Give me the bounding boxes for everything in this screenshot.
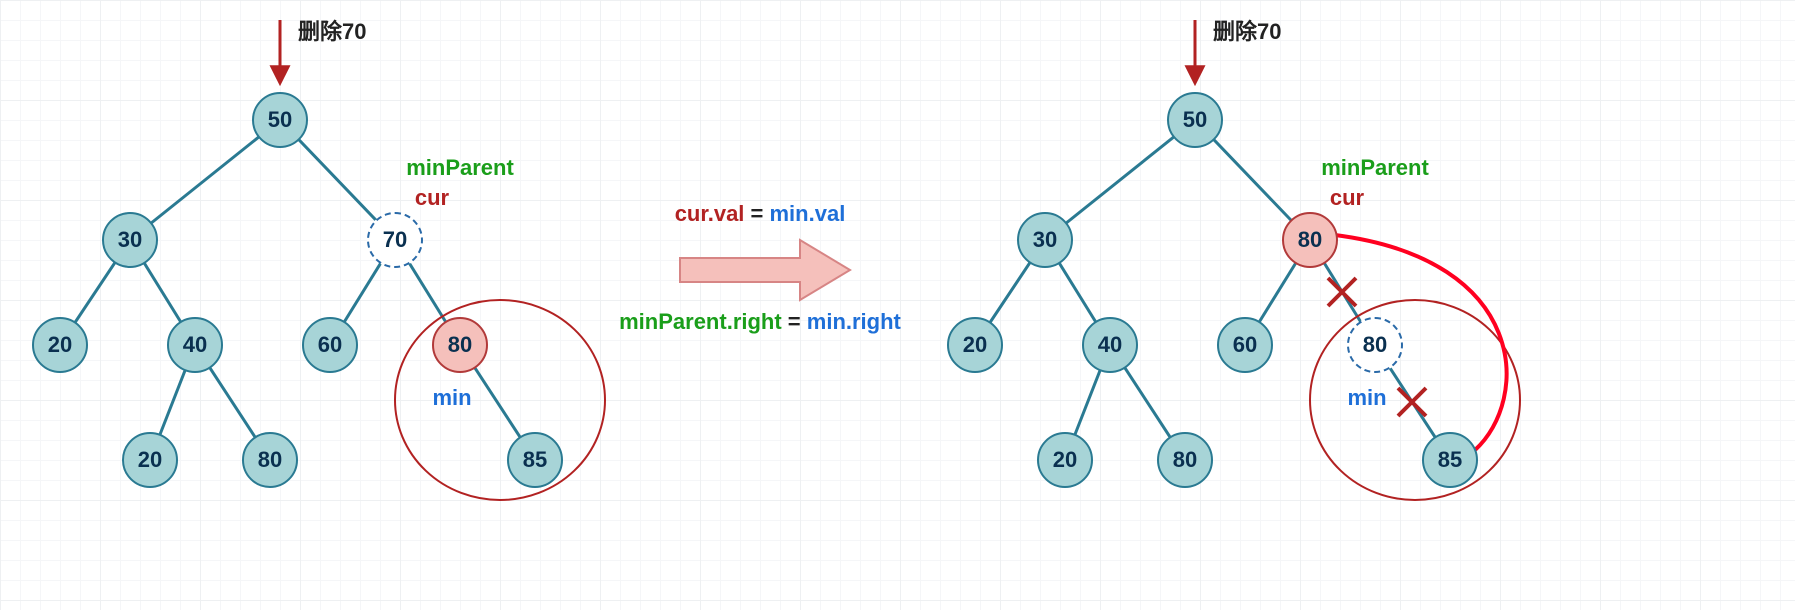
transition-arrow xyxy=(680,240,850,300)
eq2-lhs: minParent.right xyxy=(619,309,782,334)
node-30-left: 30 xyxy=(102,212,158,268)
node-60-left: 60 xyxy=(302,317,358,373)
node-30-right: 30 xyxy=(1017,212,1073,268)
cur-label-left: cur xyxy=(415,185,449,211)
minparent-label-left: minParent xyxy=(406,155,514,181)
cur-label-right: cur xyxy=(1330,185,1364,211)
node-80b-right: 80 xyxy=(1157,432,1213,488)
node-50-right: 50 xyxy=(1167,92,1223,148)
delete-label-right: 删除70 xyxy=(1213,14,1281,46)
equation-2: minParent.right = min.right xyxy=(619,309,901,335)
node-20b-right: 20 xyxy=(1037,432,1093,488)
min-label-left: min xyxy=(432,385,471,411)
eq1-eq: = xyxy=(744,201,769,226)
eq2-rhs: min.right xyxy=(807,309,901,334)
delete-label-left: 删除70 xyxy=(298,14,366,46)
node-20-left: 20 xyxy=(32,317,88,373)
equation-1: cur.val = min.val xyxy=(675,201,846,227)
node-20b-left: 20 xyxy=(122,432,178,488)
node-85-left: 85 xyxy=(507,432,563,488)
node-70-left: 70 xyxy=(367,212,423,268)
eq1-rhs: min.val xyxy=(769,201,845,226)
eq2-eq: = xyxy=(782,309,807,334)
node-50-left: 50 xyxy=(252,92,308,148)
node-40-left: 40 xyxy=(167,317,223,373)
minparent-label-right: minParent xyxy=(1321,155,1429,181)
right-removed-x1 xyxy=(1328,278,1356,306)
node-80old-right: 80 xyxy=(1347,317,1403,373)
node-60-right: 60 xyxy=(1217,317,1273,373)
node-80-highlight-left: 80 xyxy=(432,317,488,373)
right-removed-x2 xyxy=(1398,388,1426,416)
node-85-right: 85 xyxy=(1422,432,1478,488)
node-20-right: 20 xyxy=(947,317,1003,373)
node-80top-right: 80 xyxy=(1282,212,1338,268)
min-label-right: min xyxy=(1347,385,1386,411)
eq1-lhs: cur.val xyxy=(675,201,745,226)
node-80b-left: 80 xyxy=(242,432,298,488)
left-subtree-circle xyxy=(395,300,605,500)
diagram-svg xyxy=(0,0,1795,610)
node-40-right: 40 xyxy=(1082,317,1138,373)
